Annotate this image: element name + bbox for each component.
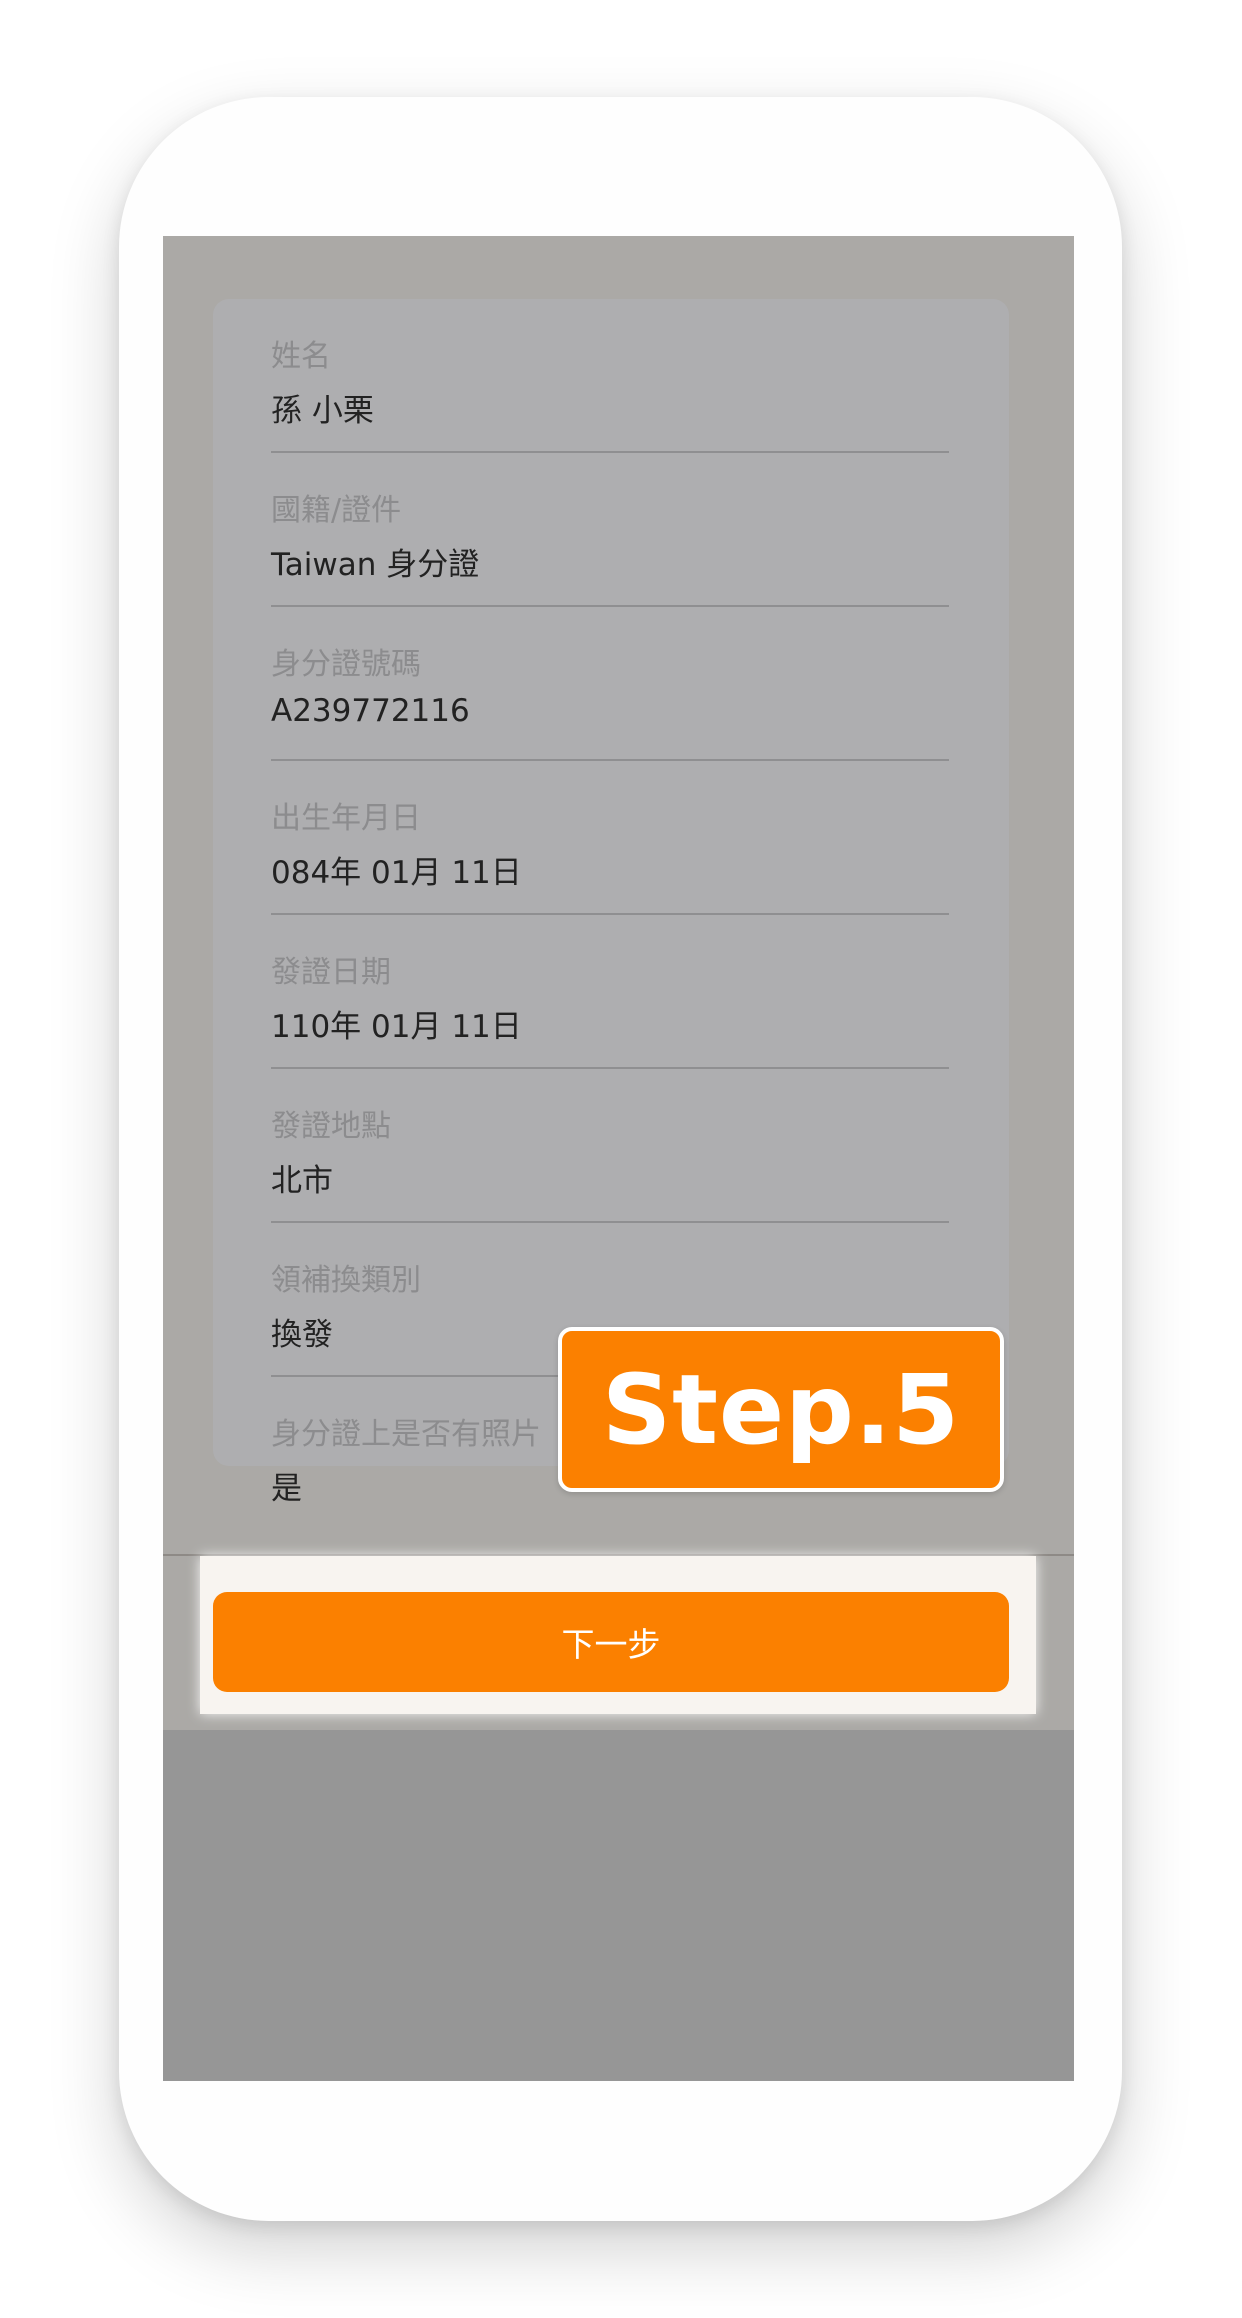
screen-dim-area (163, 1730, 1074, 2081)
field-id-number: 身分證號碼 A239772116 (271, 607, 949, 761)
field-birth-date: 出生年月日 084年 01月 11日 (271, 761, 949, 915)
step-callout: Step.5 (558, 1327, 1004, 1492)
field-issue-place-label: 發證地點 (271, 1109, 391, 1144)
field-birth-date-label: 出生年月日 (271, 801, 421, 836)
field-photo-value: 是 (271, 1471, 302, 1507)
field-issue-date-label: 發證日期 (271, 955, 391, 990)
field-name: 姓名 孫 小栗 (271, 299, 949, 453)
field-issue-type-value: 換發 (271, 1317, 333, 1353)
field-issue-date-value: 110年 01月 11日 (271, 1009, 522, 1045)
field-photo-label: 身分證上是否有照片 (271, 1417, 541, 1452)
field-issue-date: 發證日期 110年 01月 11日 (271, 915, 949, 1069)
field-issue-place: 發證地點 北市 (271, 1069, 949, 1223)
field-issue-place-value: 北市 (271, 1163, 333, 1199)
field-birth-date-value: 084年 01月 11日 (271, 855, 522, 891)
field-name-label: 姓名 (271, 339, 331, 374)
identity-info-card: 姓名 孫 小栗 國籍/證件 Taiwan 身分證 身分證號碼 A23977211… (213, 299, 1009, 1507)
field-nationality-value: Taiwan 身分證 (271, 547, 480, 583)
app-screen: 姓名 孫 小栗 國籍/證件 Taiwan 身分證 身分證號碼 A23977211… (163, 236, 1074, 2081)
next-step-button[interactable]: 下一步 (213, 1592, 1009, 1692)
field-name-value: 孫 小栗 (271, 393, 374, 429)
field-id-number-label: 身分證號碼 (271, 647, 421, 682)
field-nationality-label: 國籍/證件 (271, 493, 402, 528)
field-issue-type-label: 領補換類別 (271, 1263, 421, 1298)
field-id-number-value: A239772116 (271, 693, 470, 729)
field-nationality: 國籍/證件 Taiwan 身分證 (271, 453, 949, 607)
